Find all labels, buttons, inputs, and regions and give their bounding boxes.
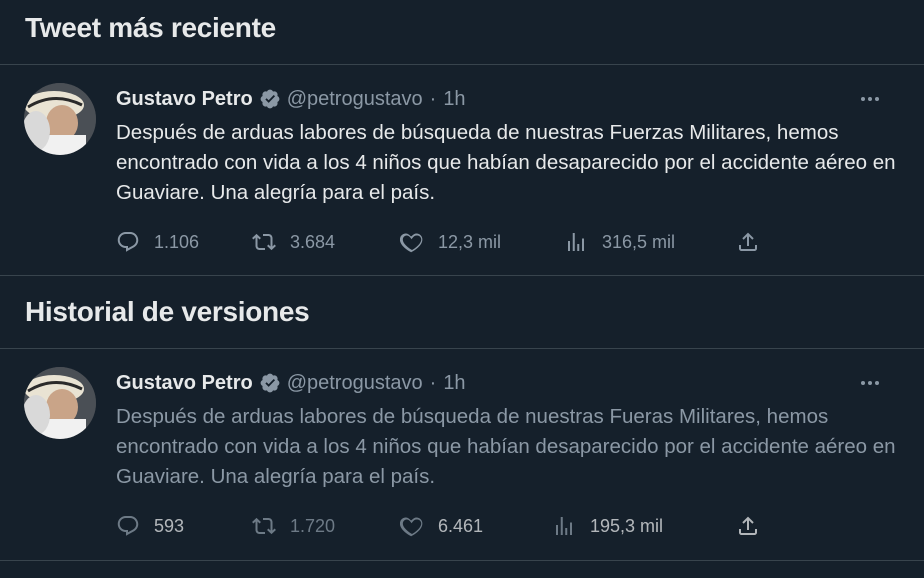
- timestamp[interactable]: 1h: [443, 88, 465, 111]
- tweet-text: Después de arduas labores de búsqueda de…: [116, 121, 896, 204]
- like-count: 6.461: [438, 515, 484, 536]
- share-icon: [739, 232, 757, 251]
- retweet-count: 3.684: [290, 231, 336, 252]
- retweet-button[interactable]: 1.720: [252, 511, 335, 541]
- tweet-header: Gustavo Petro @petrogustavo · 1h: [116, 370, 466, 396]
- tweet-actions: 593 1.720 6.461 195,3 mil: [116, 511, 766, 541]
- retweet-count: 1.720: [290, 515, 336, 536]
- retweet-icon: [252, 233, 276, 251]
- like-count: 12,3 mil: [438, 231, 502, 252]
- separator: ·: [429, 87, 437, 110]
- retweet-icon: [252, 517, 276, 535]
- more-options-icon[interactable]: [858, 86, 882, 112]
- history-section-title: Historial de versiones: [25, 296, 310, 327]
- reply-icon: [117, 516, 139, 536]
- latest-section-title: Tweet más reciente: [25, 12, 276, 43]
- retweet-button[interactable]: 3.684: [252, 227, 335, 257]
- tweet-text: Después de arduas labores de búsqueda de…: [116, 405, 896, 488]
- more-options-icon[interactable]: [858, 370, 882, 396]
- author-name[interactable]: Gustavo Petro: [116, 88, 253, 111]
- tweet-actions: 1.106 3.684 12,3 mil 316,5 mil: [116, 227, 766, 257]
- reply-count: 1.106: [154, 231, 200, 252]
- reply-button[interactable]: 1.106: [116, 227, 199, 257]
- author-handle[interactable]: @petrogustavo: [287, 372, 423, 395]
- tweet-latest[interactable]: Gustavo Petro @petrogustavo · 1h Después…: [0, 83, 924, 266]
- separator: ·: [429, 371, 437, 394]
- divider: [0, 64, 924, 65]
- views-button[interactable]: 195,3 mil: [552, 511, 663, 541]
- like-button[interactable]: 12,3 mil: [400, 227, 501, 257]
- tweet-history-version[interactable]: Gustavo Petro @petrogustavo · 1h Después…: [0, 367, 924, 550]
- views-icon: [568, 233, 584, 251]
- avatar[interactable]: [24, 83, 96, 155]
- verified-badge-icon: [260, 373, 280, 393]
- share-icon: [739, 516, 757, 535]
- views-count: 195,3 mil: [590, 515, 664, 536]
- heart-icon: [400, 233, 423, 253]
- like-button[interactable]: 6.461: [400, 511, 483, 541]
- views-button[interactable]: 316,5 mil: [564, 227, 675, 257]
- author-handle[interactable]: @petrogustavo: [287, 88, 423, 111]
- share-button[interactable]: [736, 511, 760, 541]
- divider: [0, 348, 924, 349]
- tweet-header: Gustavo Petro @petrogustavo · 1h: [116, 86, 466, 112]
- views-icon: [556, 517, 572, 535]
- verified-badge-icon: [260, 89, 280, 109]
- divider: [0, 560, 924, 561]
- reply-button[interactable]: 593: [116, 511, 184, 541]
- heart-icon: [400, 517, 423, 537]
- reply-count: 593: [154, 515, 185, 536]
- avatar[interactable]: [24, 367, 96, 439]
- divider: [0, 275, 924, 276]
- reply-icon: [117, 232, 139, 252]
- timestamp[interactable]: 1h: [443, 372, 465, 395]
- views-count: 316,5 mil: [602, 231, 676, 252]
- share-button[interactable]: [736, 227, 760, 257]
- author-name[interactable]: Gustavo Petro: [116, 372, 253, 395]
